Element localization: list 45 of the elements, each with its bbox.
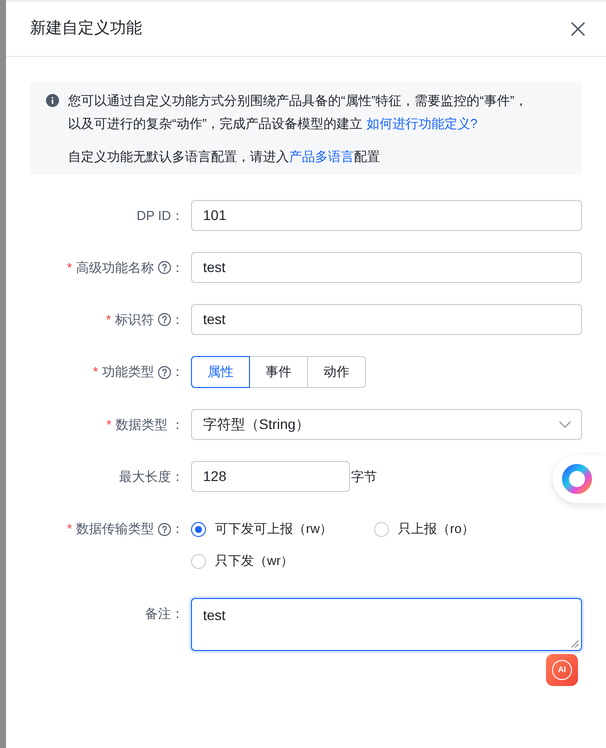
notice-text: 自定义功能无默认多语言配置，请进入产品多语言配置 (68, 148, 381, 166)
segment-tab[interactable]: 属性 (191, 356, 250, 388)
field-label: 最大长度： (119, 468, 184, 486)
required-marker: * (66, 520, 72, 538)
close-icon[interactable] (571, 22, 585, 36)
text-link[interactable]: 产品多语言 (289, 149, 354, 164)
required-marker: * (66, 258, 72, 277)
ring-logo-icon (562, 464, 592, 494)
field-label: 标识符 (115, 310, 154, 329)
label-colon: ： (171, 258, 184, 277)
text-input[interactable]: 128 (191, 461, 350, 492)
resize-grip-icon[interactable] (571, 640, 579, 648)
help-icon[interactable] (158, 366, 171, 378)
radio-option[interactable]: 只下发（wr） (191, 545, 374, 577)
text-input[interactable]: test (191, 252, 582, 283)
label-colon: ： (171, 363, 184, 382)
text-link[interactable]: 如何进行功能定义? (366, 116, 478, 131)
required-marker: * (92, 363, 98, 382)
field-label: 高级功能名称 (76, 258, 154, 277)
help-icon[interactable] (158, 261, 171, 274)
assistant-launcher-button[interactable] (553, 455, 606, 503)
notice-text: 您可以通过自定义功能方式分别围绕产品具备的“属性”特征，需要监控的“事件”， 以及可进行的复杂“动作”，完成产品设备模型的建立 如何进行功能定义? (68, 92, 528, 133)
radio-option[interactable]: 可下发可上报（rw） (191, 513, 374, 545)
input-suffix: 字节 (351, 468, 377, 486)
segment-tab[interactable]: 事件 (249, 356, 308, 388)
select-dropdown[interactable]: 字符型（String） (191, 409, 582, 440)
field-label: 数据类型 ： (115, 416, 184, 434)
dialog-title: 新建自定义功能 (30, 18, 142, 39)
required-marker: * (106, 416, 112, 434)
help-icon[interactable] (158, 522, 171, 536)
label-colon: ： (171, 310, 184, 329)
segment-tab[interactable]: 动作 (307, 356, 366, 388)
field-label: 功能类型 (102, 363, 154, 382)
text-input[interactable]: 101 (191, 200, 582, 231)
radio-option[interactable]: 只上报（ro） (374, 513, 557, 545)
field-label: 数据传输类型 (76, 520, 154, 538)
chevron-down-icon (559, 421, 571, 428)
label-colon: ： (171, 520, 184, 538)
text-input[interactable]: test (191, 304, 582, 335)
textarea-field[interactable]: test (191, 598, 582, 651)
info-icon (46, 94, 59, 107)
required-marker: * (106, 310, 111, 329)
field-label: DP ID： (136, 206, 184, 225)
field-label: 备注： (145, 604, 184, 623)
help-icon[interactable] (158, 313, 171, 326)
